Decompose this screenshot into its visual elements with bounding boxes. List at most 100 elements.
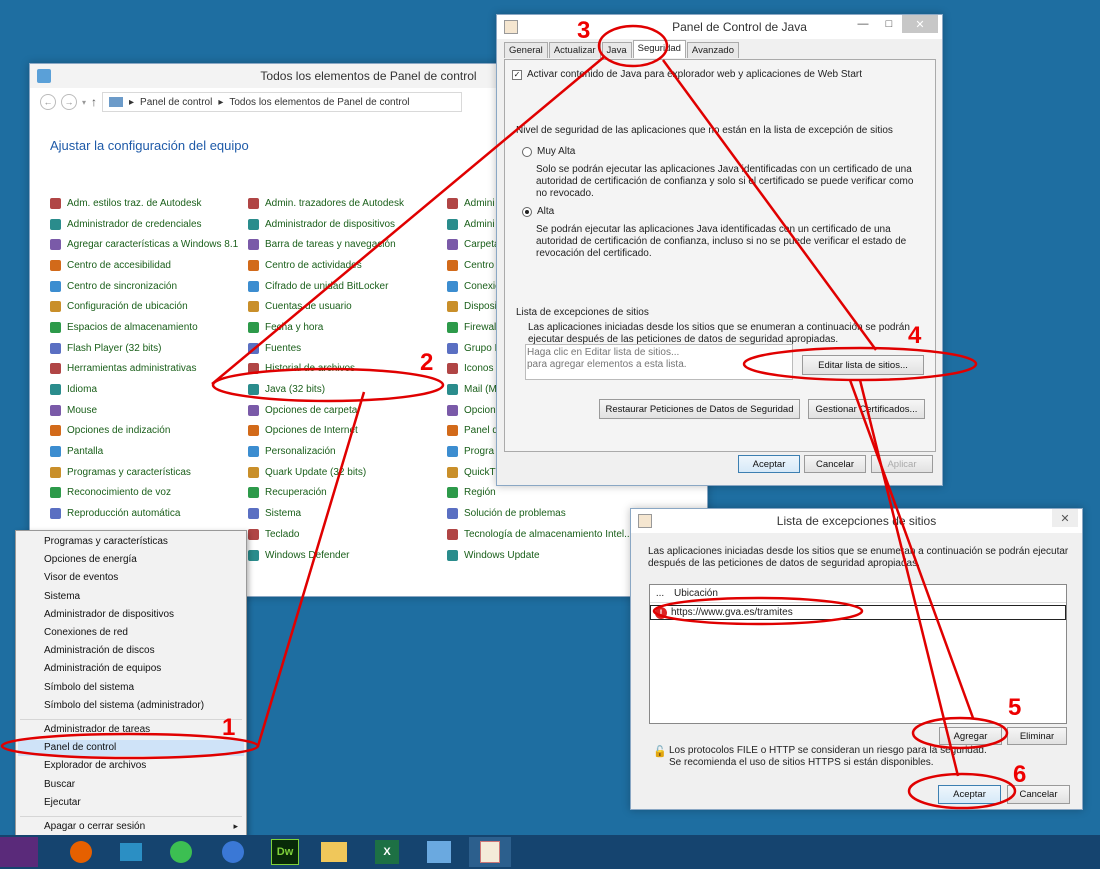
tab-avanzado[interactable]: Avanzado <box>686 42 740 58</box>
cp-item[interactable]: Programas y características <box>50 462 238 483</box>
cp-item[interactable]: Java (32 bits) <box>248 379 404 400</box>
cp-item[interactable]: Windows Update <box>447 545 632 566</box>
cp-item[interactable]: Windows Defender <box>248 545 404 566</box>
menu-item[interactable]: Administrador de tareas <box>44 724 150 735</box>
cp-item[interactable]: Reconocimiento de voz <box>50 483 238 504</box>
cp-item[interactable]: Flash Player (32 bits) <box>50 338 238 359</box>
java-apply-button[interactable]: Aplicar <box>871 455 933 473</box>
menu-item[interactable]: Administración de discos <box>44 645 155 656</box>
breadcrumb-item[interactable]: Todos los elementos de Panel de control <box>229 97 409 108</box>
tab-java[interactable]: Java <box>601 42 632 58</box>
menu-item[interactable]: Explorador de archivos <box>44 760 146 771</box>
menu-item[interactable]: Símbolo del sistema <box>44 682 134 693</box>
minimize-icon[interactable]: — <box>850 15 876 33</box>
menu-item[interactable]: Buscar <box>44 779 75 790</box>
cp-item[interactable]: Solución de problemas <box>447 503 632 524</box>
cp-item[interactable]: Centro de actividades <box>248 255 404 276</box>
restore-prompts-button[interactable]: Restaurar Peticiones de Datos de Segurid… <box>599 399 800 419</box>
cp-item[interactable]: Centro de accesibilidad <box>50 255 238 276</box>
edit-site-list-button[interactable]: Editar lista de sitios... <box>802 355 924 375</box>
add-button[interactable]: Agregar <box>939 727 1002 745</box>
menu-item[interactable]: Administrador de dispositivos <box>44 609 174 620</box>
cp-item[interactable]: Espacios de almacenamiento <box>50 317 238 338</box>
cp-item[interactable]: Cifrado de unidad BitLocker <box>248 276 404 297</box>
cp-item[interactable]: Admin. trazadores de Autodesk <box>248 193 404 214</box>
recent-dropdown-icon[interactable]: ▾ <box>82 98 86 107</box>
menu-item[interactable]: Conexiones de red <box>44 627 128 638</box>
enable-java-checkbox[interactable]: ✓ <box>512 69 522 80</box>
java-taskbar-icon[interactable] <box>469 837 511 867</box>
muy-alta-description: Solo se podrán ejecutar las aplicaciones… <box>536 164 914 199</box>
cp-item[interactable]: Quark Update (32 bits) <box>248 462 404 483</box>
cp-item[interactable]: Opciones de Internet <box>248 421 404 442</box>
menu-item[interactable]: Opciones de energía <box>44 554 137 565</box>
up-icon[interactable]: ↑ <box>91 95 97 109</box>
muy-alta-option[interactable]: Muy Alta <box>522 146 575 157</box>
exception-ok-button[interactable]: Aceptar <box>938 785 1001 804</box>
cp-item[interactable]: Opciones de carpeta <box>248 400 404 421</box>
cp-item[interactable]: Fuentes <box>248 338 404 359</box>
menu-item[interactable]: Apagar o cerrar sesión <box>44 821 145 832</box>
cp-item[interactable]: Adm. estilos traz. de Autodesk <box>50 193 238 214</box>
cp-item[interactable]: Administrador de dispositivos <box>248 214 404 235</box>
muy-alta-radio[interactable] <box>522 146 532 157</box>
exception-list-box[interactable]: Haga clic en Editar lista de sitios... p… <box>525 344 793 380</box>
menu-item[interactable]: Ejecutar <box>44 797 81 808</box>
close-icon[interactable]: ✕ <box>902 15 938 33</box>
cp-item[interactable]: Centro de sincronización <box>50 276 238 297</box>
start-icon[interactable] <box>0 837 38 867</box>
control-panel-taskbar-icon[interactable] <box>418 837 460 867</box>
cp-item[interactable]: Barra de tareas y navegación <box>248 234 404 255</box>
tab-actualizar[interactable]: Actualizar <box>548 42 601 58</box>
app-icon[interactable] <box>110 837 152 867</box>
java-ok-button[interactable]: Aceptar <box>738 455 800 473</box>
manage-certificates-button[interactable]: Gestionar Certificados... <box>808 399 925 419</box>
cp-item[interactable]: Idioma <box>50 379 238 400</box>
chrome-icon[interactable] <box>212 837 254 867</box>
file-explorer-icon[interactable] <box>313 837 355 867</box>
cp-item[interactable]: Personalización <box>248 441 404 462</box>
cp-item[interactable]: Sistema <box>248 503 404 524</box>
enable-java-row[interactable]: ✓ Activar contenido de Java para explora… <box>512 69 862 80</box>
table-row[interactable]: ! https://www.gva.es/tramites <box>650 605 1066 620</box>
dreamweaver-icon[interactable]: Dw <box>264 837 306 867</box>
menu-item[interactable]: Visor de eventos <box>44 572 118 583</box>
cp-item[interactable]: Pantalla <box>50 441 238 462</box>
breadcrumb-item[interactable]: Panel de control <box>140 97 212 108</box>
cp-item[interactable]: Cuentas de usuario <box>248 296 404 317</box>
cp-item[interactable]: Teclado <box>248 524 404 545</box>
cp-item[interactable]: Herramientas administrativas <box>50 359 238 380</box>
column-header-location[interactable]: Ubicación <box>670 588 718 599</box>
excel-icon[interactable]: X <box>366 837 408 867</box>
menu-item[interactable]: Sistema <box>44 591 80 602</box>
menu-item[interactable]: Programas y características <box>44 536 168 547</box>
cp-item[interactable]: Reproducción automática <box>50 503 238 524</box>
tab-seguridad[interactable]: Seguridad <box>632 40 686 58</box>
cp-item[interactable]: Fecha y hora <box>248 317 404 338</box>
cp-item[interactable]: Mouse <box>50 400 238 421</box>
cp-item[interactable]: Historial de archivos <box>248 359 404 380</box>
close-icon[interactable]: ✕ <box>1052 509 1078 527</box>
alta-option[interactable]: Alta <box>522 206 554 217</box>
menu-item[interactable]: Panel de control <box>18 740 244 757</box>
cp-item[interactable]: Tecnología de almacenamiento Intel... <box>447 524 632 545</box>
cp-item[interactable]: Opciones de indización <box>50 421 238 442</box>
menu-item[interactable]: Administración de equipos <box>44 663 161 674</box>
exception-cancel-button[interactable]: Cancelar <box>1007 785 1070 804</box>
java-cancel-button[interactable]: Cancelar <box>804 455 866 473</box>
cp-item[interactable]: Recuperación <box>248 483 404 504</box>
forward-icon[interactable]: → <box>61 94 77 110</box>
whatsapp-icon[interactable] <box>160 837 202 867</box>
cp-item[interactable]: Configuración de ubicación <box>50 296 238 317</box>
maximize-icon[interactable]: □ <box>876 15 902 33</box>
remove-button[interactable]: Eliminar <box>1007 727 1067 745</box>
cp-item[interactable]: Agregar características a Windows 8.1 <box>50 234 238 255</box>
cp-item[interactable]: Administrador de credenciales <box>50 214 238 235</box>
breadcrumb[interactable]: ▸ Panel de control ▸ Todos los elementos… <box>102 92 463 112</box>
alta-radio[interactable] <box>522 206 532 217</box>
back-icon[interactable]: ← <box>40 94 56 110</box>
menu-item[interactable]: Símbolo del sistema (administrador) <box>44 700 204 711</box>
tab-general[interactable]: General <box>504 42 548 58</box>
firefox-icon[interactable] <box>60 837 102 867</box>
site-url-cell[interactable]: https://www.gva.es/tramites <box>671 607 793 618</box>
